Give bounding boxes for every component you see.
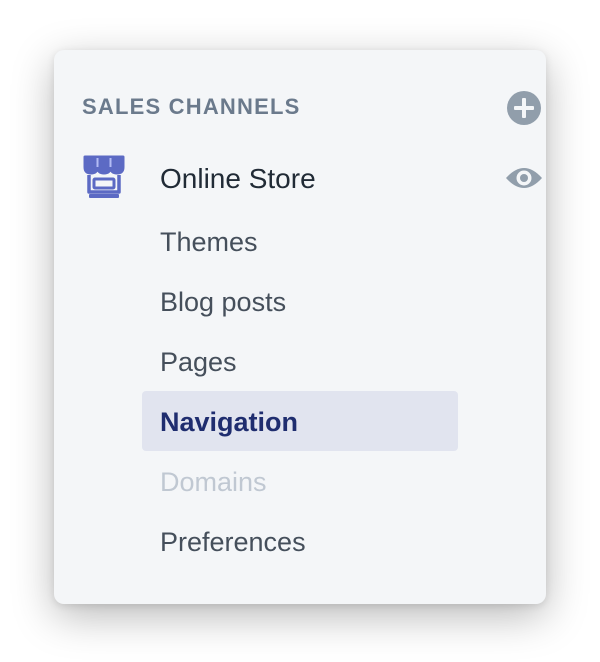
eye-icon bbox=[506, 168, 542, 188]
add-channel-button[interactable] bbox=[506, 90, 542, 126]
online-store-subnav: Themes Blog posts Pages Navigation Domai… bbox=[142, 210, 472, 570]
subnav-item-domains: Domains bbox=[142, 450, 472, 510]
subnav-item-label: Preferences bbox=[160, 527, 306, 557]
subnav-item-label: Domains bbox=[160, 467, 267, 497]
subnav-item-navigation[interactable]: Navigation bbox=[142, 390, 472, 451]
view-store-button[interactable] bbox=[505, 164, 543, 192]
subnav-item-label: Navigation bbox=[160, 407, 299, 437]
subnav-item-label: Blog posts bbox=[160, 287, 287, 317]
subnav-item-label: Themes bbox=[160, 227, 258, 257]
storefront-icon bbox=[82, 154, 126, 200]
screen: SALES CHANNELS Online Store Themes Blog … bbox=[0, 0, 600, 662]
subnav-item-label: Pages bbox=[160, 347, 237, 377]
subnav-item-themes[interactable]: Themes bbox=[142, 210, 472, 270]
subnav-item-pages[interactable]: Pages bbox=[142, 330, 472, 390]
channel-label: Online Store bbox=[160, 163, 316, 194]
section-header: SALES CHANNELS bbox=[82, 90, 541, 125]
channel-online-store[interactable]: Online Store bbox=[82, 154, 542, 202]
sales-channels-panel: SALES CHANNELS Online Store Themes Blog … bbox=[54, 50, 546, 604]
subnav-item-blog-posts[interactable]: Blog posts bbox=[142, 270, 472, 330]
plus-circle-icon bbox=[507, 91, 541, 125]
section-title: SALES CHANNELS bbox=[82, 94, 301, 119]
subnav-item-preferences[interactable]: Preferences bbox=[142, 510, 472, 570]
